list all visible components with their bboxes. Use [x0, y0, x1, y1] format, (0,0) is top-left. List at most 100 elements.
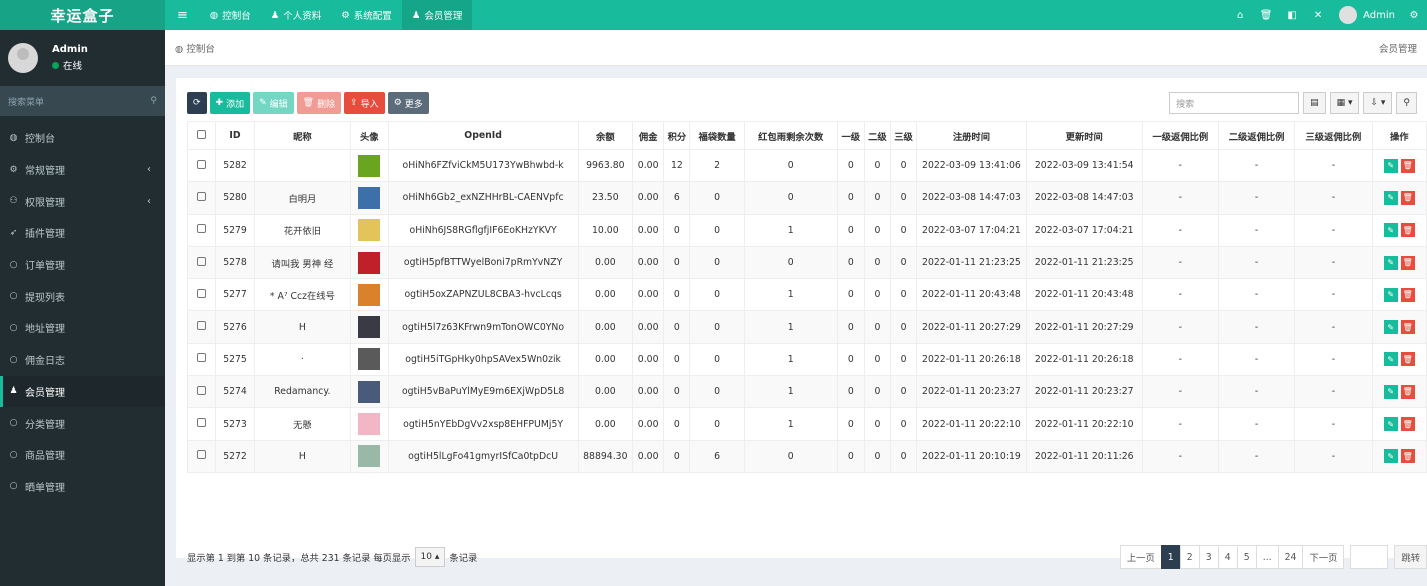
row-checkbox[interactable]	[186, 245, 217, 280]
avatar[interactable]	[358, 154, 381, 177]
avatar[interactable]	[358, 283, 381, 306]
row-checkbox[interactable]	[186, 375, 217, 409]
edit-row-button[interactable]: ✎	[1383, 190, 1398, 205]
column-header[interactable]: 三级	[889, 121, 918, 150]
table-row[interactable]: 5273 无懸 ogtiH5nYEbDgVv2xsp8EHFPUMj5Y 0.00 0.…	[186, 407, 1427, 441]
column-header[interactable]: 红包雨剩余次数	[743, 121, 838, 150]
next-page-button[interactable]: 下一页	[1302, 545, 1345, 569]
row-checkbox[interactable]	[186, 439, 217, 473]
select-all-checkbox[interactable]	[186, 121, 217, 150]
table-row[interactable]: 5279 花开依旧 oHiNh6JS8RGflgfjIF6EoKHzYKVY 10.0…	[186, 213, 1427, 247]
sidebar-item-orders[interactable]: ○ 订单管理	[0, 249, 165, 281]
fullscreen-icon[interactable]: ✕	[1307, 10, 1329, 21]
column-header[interactable]: 余额	[577, 121, 633, 150]
avatar[interactable]	[358, 413, 381, 436]
refresh-button[interactable]: ⟳	[187, 92, 207, 114]
avatar[interactable]	[1339, 6, 1358, 24]
delete-row-button[interactable]: 🗑	[1400, 417, 1415, 432]
delete-row-button[interactable]: 🗑	[1400, 320, 1415, 335]
avatar[interactable]	[358, 186, 381, 209]
column-header[interactable]: 一级	[836, 121, 865, 150]
delete-row-button[interactable]: 🗑	[1400, 190, 1415, 205]
top-tab-dashboard[interactable]: ◍ 控制台	[200, 0, 261, 30]
avatar[interactable]	[358, 251, 381, 274]
column-header[interactable]: OpenId	[387, 121, 579, 150]
sidebar-item-members[interactable]: ♟ 会员管理	[0, 375, 165, 408]
breadcrumb-home[interactable]: ◍ 控制台	[175, 41, 215, 55]
edit-button[interactable]: ✎ 编辑	[253, 92, 294, 114]
table-row[interactable]: 5280 白明月 oHiNh6Gb2_exNZHHrBL-CAENVpfc 23.50…	[186, 181, 1427, 215]
avatar[interactable]	[358, 380, 381, 403]
column-header[interactable]: 头像	[349, 121, 389, 150]
column-header[interactable]: 更新时间	[1025, 121, 1143, 150]
page-button[interactable]: 2	[1179, 545, 1200, 569]
sidebar-item-commission-log[interactable]: ○ 佣金日志	[0, 344, 165, 376]
more-button[interactable]: ⚙ 更多	[387, 92, 429, 114]
table-row[interactable]: 5277 * A⁷ Ccz在线号 ogtiH5oxZAPNZUL8CBA3-hvcL…	[186, 278, 1427, 312]
top-tab-members[interactable]: ♟ 会员管理	[401, 0, 473, 30]
settings-icon[interactable]: ⚙	[1403, 10, 1425, 21]
column-header[interactable]: 积分	[663, 121, 691, 150]
column-header[interactable]: 一级返佣比例	[1141, 121, 1219, 150]
edit-row-button[interactable]: ✎	[1383, 158, 1398, 173]
delete-row-button[interactable]: 🗑	[1400, 352, 1415, 367]
columns-button[interactable]: ▦ ▾	[1329, 92, 1360, 114]
delete-row-button[interactable]: 🗑	[1400, 287, 1415, 302]
avatar[interactable]	[358, 219, 381, 242]
edit-row-button[interactable]: ✎	[1383, 384, 1398, 399]
jump-page-input[interactable]	[1350, 545, 1389, 569]
row-checkbox[interactable]	[186, 407, 217, 441]
table-row[interactable]: 5276 HogtiH5l7z63KFrwn9mTonOWC0YNo 0.00 0.0…	[186, 310, 1427, 344]
column-header[interactable]: 二级	[863, 121, 891, 150]
page-size-select[interactable]: 10 ▴	[414, 547, 446, 567]
column-header[interactable]: ID	[215, 121, 255, 150]
row-checkbox[interactable]	[186, 213, 217, 247]
row-checkbox[interactable]	[186, 278, 217, 312]
table-row[interactable]: 5272 HogtiH5lLgFo41gmyrISfCa0tpDcU 88894.3…	[186, 439, 1427, 473]
import-button[interactable]: ⇪ 导入	[344, 92, 385, 114]
menu-toggle-icon[interactable]: ≡	[165, 0, 200, 30]
row-checkbox[interactable]	[186, 310, 217, 344]
language-icon[interactable]: ◧	[1281, 10, 1303, 21]
app-logo[interactable]: 幸运盒子	[0, 0, 165, 30]
delete-row-button[interactable]: 🗑	[1400, 158, 1415, 173]
edit-row-button[interactable]: ✎	[1383, 223, 1398, 238]
row-checkbox[interactable]	[186, 181, 217, 215]
delete-row-button[interactable]: 🗑	[1400, 384, 1415, 399]
column-header[interactable]: 佣金	[631, 121, 665, 150]
delete-button[interactable]: 🗑 删除	[296, 92, 342, 114]
table-row[interactable]: 5275 · ogtiH5iTGpHky0hpSAVex5Wn0zik 0.00 0.0…	[186, 342, 1427, 377]
edit-row-button[interactable]: ✎	[1383, 320, 1398, 335]
export-button[interactable]: ⇩ ▾	[1363, 92, 1393, 114]
column-header[interactable]: 注册时间	[916, 121, 1027, 150]
column-header[interactable]: 三级返佣比例	[1294, 121, 1373, 150]
view-toggle-button[interactable]: ▤	[1303, 92, 1326, 114]
table-row[interactable]: 5274 Redamancy. ogtiH5vBaPuYlMyE9m6EXjWpD5…	[186, 375, 1427, 409]
edit-row-button[interactable]: ✎	[1383, 255, 1398, 270]
delete-row-button[interactable]: 🗑	[1400, 449, 1415, 464]
table-row[interactable]: 5278 请叫我 男神 经 ogtiH5pfBTTWyelBoni7pRmYvNZY…	[186, 245, 1427, 280]
sidebar-item-category[interactable]: ○ 分类管理	[0, 407, 165, 439]
column-header[interactable]: 昵称	[253, 121, 351, 150]
search-button[interactable]: ⚲	[1396, 92, 1417, 114]
row-checkbox[interactable]	[186, 342, 217, 377]
sidebar-item-auth[interactable]: ⚇ 权限管理 ‹	[0, 185, 165, 217]
delete-row-button[interactable]: 🗑	[1400, 223, 1415, 238]
top-tab-config[interactable]: ⚙ 系统配置	[331, 0, 402, 30]
page-button[interactable]: 5	[1236, 545, 1257, 569]
search-icon[interactable]: ⚲	[150, 96, 157, 106]
prev-page-button[interactable]: 上一页	[1119, 545, 1162, 569]
sidebar-item-goods[interactable]: ○ 商品管理	[0, 439, 165, 471]
sidebar-search-input[interactable]: 搜索菜单 ⚲	[0, 86, 165, 116]
column-header[interactable]: 福袋数量	[689, 121, 745, 150]
sidebar-item-showcase[interactable]: ○ 晒单管理	[0, 471, 165, 503]
sidebar-item-address[interactable]: ○ 地址管理	[0, 312, 165, 344]
page-button[interactable]: 4	[1217, 545, 1238, 569]
edit-row-button[interactable]: ✎	[1383, 287, 1398, 302]
search-input[interactable]: 搜索	[1169, 92, 1300, 114]
sidebar-item-dashboard[interactable]: ◍ 控制台	[0, 122, 165, 154]
avatar[interactable]	[358, 445, 381, 468]
home-icon[interactable]: ⌂	[1229, 10, 1251, 21]
edit-row-button[interactable]: ✎	[1383, 417, 1398, 432]
add-button[interactable]: ✚ 添加	[209, 92, 251, 114]
